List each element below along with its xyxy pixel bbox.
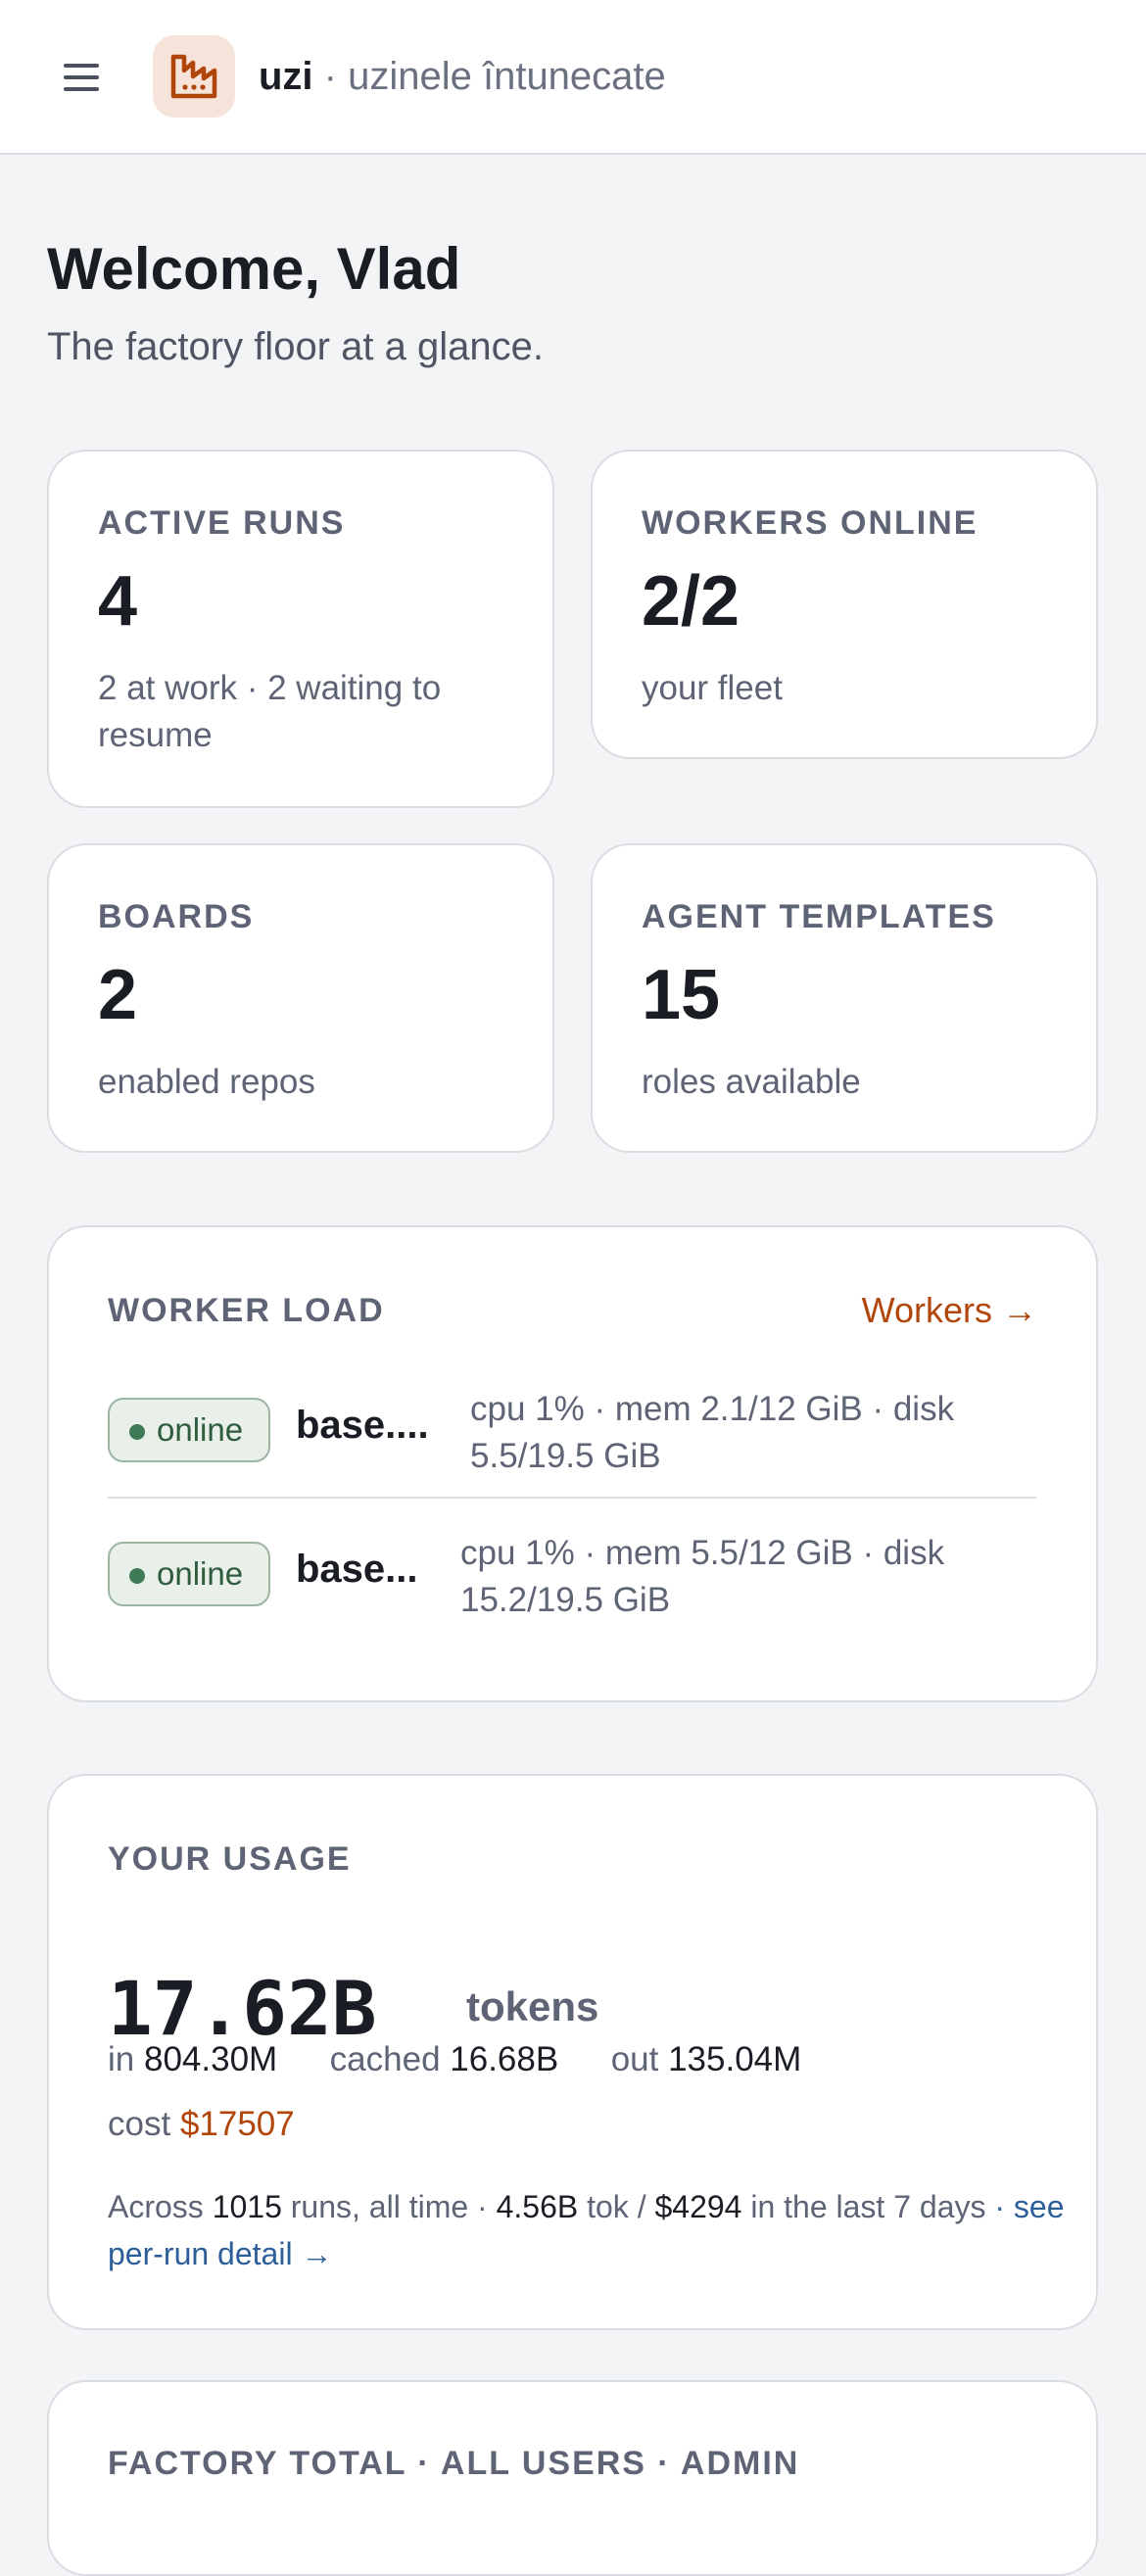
stat-value: 15: [642, 956, 721, 1034]
stat-sub: 2 at work · 2 waiting to resume: [98, 669, 442, 754]
workers-link[interactable]: Workers →: [862, 1290, 1037, 1331]
usage-breakdown: in 804.30M cached 16.68B out 135.04M: [108, 2036, 801, 2083]
section-label: YOUR USAGE: [108, 1840, 352, 1878]
factory-logo-icon[interactable]: [153, 35, 235, 118]
foot-suffix: in the last 7 days: [750, 2189, 986, 2224]
section-label: WORKER LOAD: [108, 1292, 385, 1329]
section-label: FACTORY TOTAL · ALL USERS · ADMIN: [108, 2445, 800, 2482]
brand-title[interactable]: uzi · uzinele întunecate: [259, 51, 666, 102]
stat-card-agent-templates: AGENT TEMPLATES 15 roles available: [591, 843, 1098, 1153]
stat-sub: your fleet: [642, 669, 783, 707]
usage-unit: tokens: [466, 1983, 599, 2029]
in-label: in: [108, 2040, 135, 2078]
brand-separator: ·: [312, 55, 349, 98]
stat-label: AGENT TEMPLATES: [642, 898, 996, 935]
foot-prefix: Across: [108, 2189, 204, 2224]
status-dot-icon: [129, 1424, 145, 1440]
worker-stats: cpu 1% · mem 2.1/12 GiB · disk 5.5/19.5 …: [470, 1390, 955, 1475]
page-tagline: The factory floor at a glance.: [47, 325, 544, 368]
cost-value: $17507: [179, 2105, 295, 2143]
cached-value: 16.68B: [450, 2040, 559, 2078]
worker-name[interactable]: base...: [296, 1548, 418, 1592]
top-bar: uzi · uzinele întunecate: [0, 0, 1146, 155]
worker-row[interactable]: online base... cpu 1% · mem 5.5/12 GiB ·…: [108, 1530, 1036, 1661]
foot-mid: runs, all time ·: [290, 2189, 497, 2224]
usage-footnote: Across 1015 runs, all time · 4.56B tok /…: [108, 2183, 1087, 2277]
stat-card-workers-online: WORKERS ONLINE 2/2 your fleet: [591, 450, 1098, 759]
status-dot-icon: [129, 1568, 145, 1584]
menu-icon[interactable]: [47, 49, 116, 106]
stat-sub: roles available: [642, 1063, 861, 1101]
worker-stats: cpu 1% · mem 5.5/12 GiB · disk 15.2/19.5…: [460, 1534, 945, 1619]
status-text: online: [157, 1411, 244, 1448]
brand-subtitle: uzinele întunecate: [348, 55, 666, 98]
cost-label: cost: [108, 2105, 171, 2143]
usage-card: YOUR USAGE 17.62B tokens in 804.30M cach…: [47, 1774, 1098, 2330]
stat-value: 2: [98, 956, 138, 1034]
foot-recent-tokens: 4.56B: [496, 2189, 579, 2224]
stat-value: 4: [98, 562, 138, 641]
foot-tok: tok /: [587, 2189, 655, 2224]
stat-label: WORKERS ONLINE: [642, 504, 979, 542]
page-title: Welcome, Vlad: [47, 236, 461, 302]
factory-total-card: FACTORY TOTAL · ALL USERS · ADMIN: [47, 2380, 1098, 2576]
usage-cost: cost $17507: [108, 2101, 295, 2148]
foot-runs: 1015: [212, 2189, 282, 2224]
stat-card-active-runs: ACTIVE RUNS 4 2 at work · 2 waiting to r…: [47, 450, 554, 808]
status-badge: online: [108, 1398, 270, 1462]
brand-name: uzi: [259, 55, 313, 98]
status-text: online: [157, 1555, 244, 1592]
stat-label: ACTIVE RUNS: [98, 504, 346, 542]
stat-value: 2/2: [642, 562, 740, 641]
cached-label: cached: [329, 2040, 441, 2078]
stat-card-boards: BOARDS 2 enabled repos: [47, 843, 554, 1153]
in-value: 804.30M: [143, 2040, 278, 2078]
stat-label: BOARDS: [98, 898, 255, 935]
out-value: 135.04M: [668, 2040, 802, 2078]
divider: [108, 1497, 1036, 1499]
status-badge: online: [108, 1542, 270, 1606]
foot-recent-cost: $4294: [654, 2189, 742, 2224]
worker-name[interactable]: base....: [296, 1404, 429, 1448]
out-label: out: [610, 2040, 659, 2078]
stat-sub: enabled repos: [98, 1063, 315, 1101]
